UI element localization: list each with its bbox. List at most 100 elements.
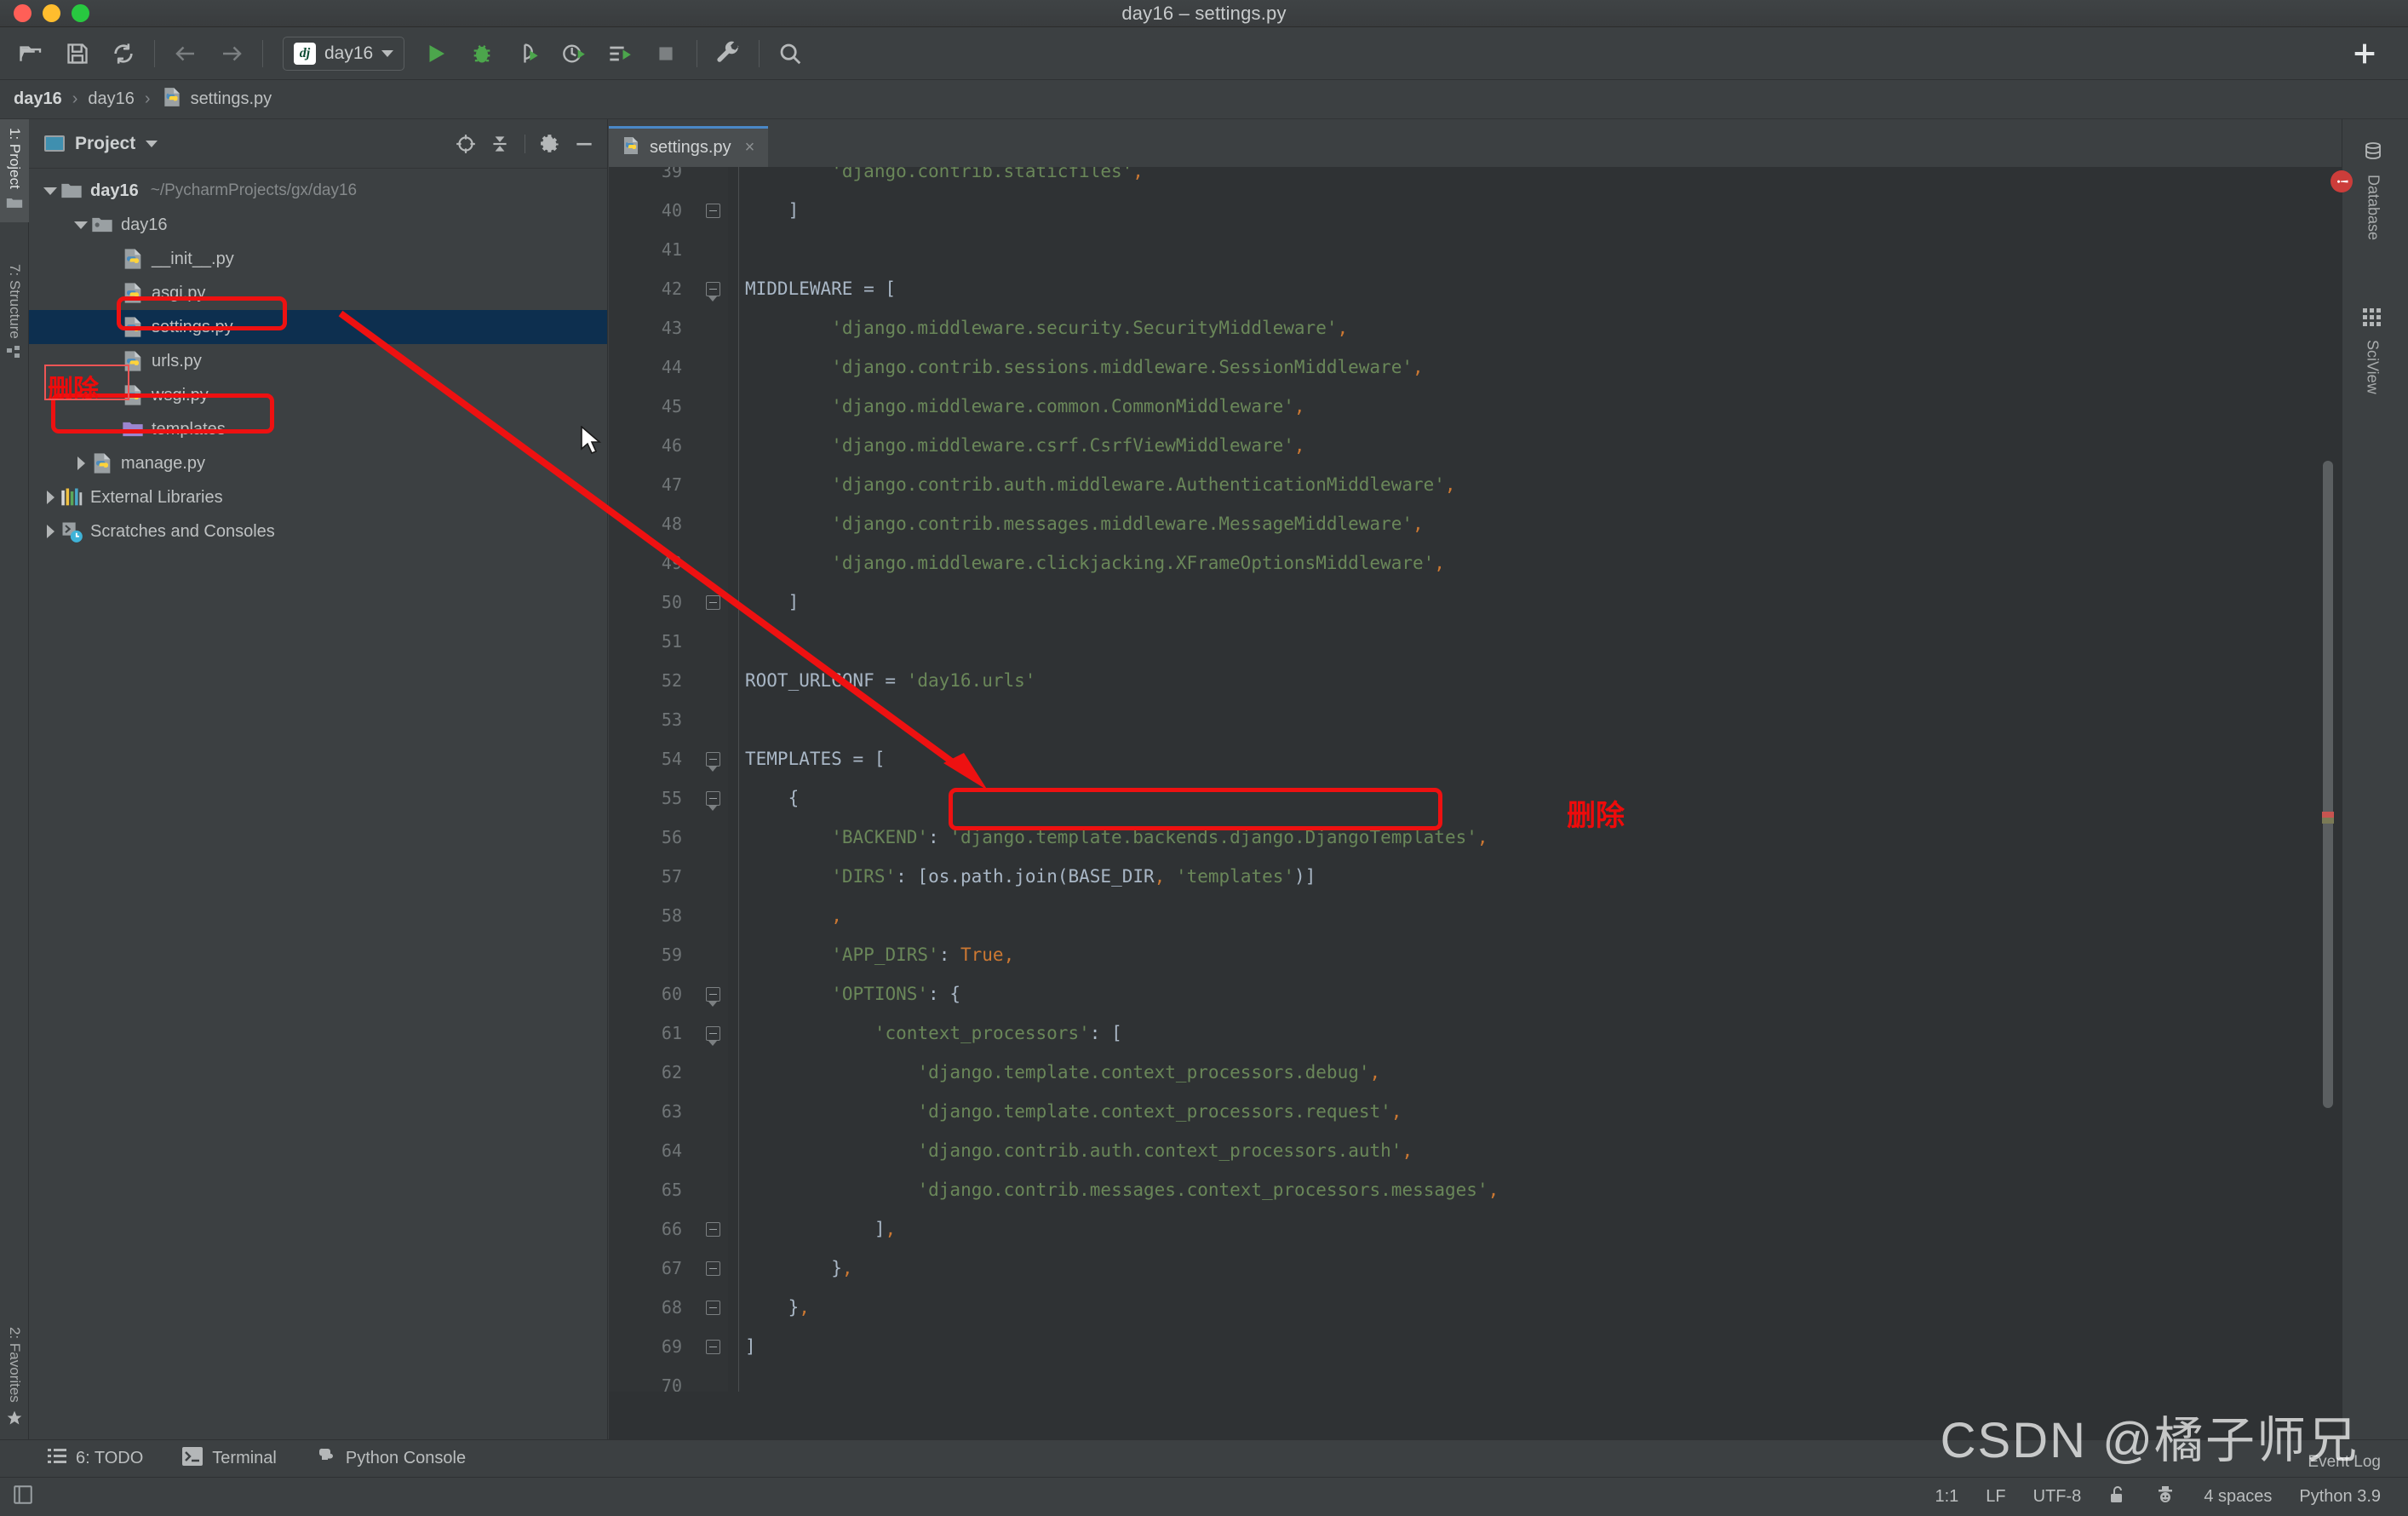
tree-item-templates[interactable]: templates — [29, 412, 607, 446]
close-icon[interactable]: × — [745, 138, 755, 158]
code-line[interactable]: 40 ] — [609, 191, 2342, 230]
open-folder-icon[interactable] — [13, 35, 50, 72]
save-icon[interactable] — [59, 35, 96, 72]
code-line[interactable]: 66 ], — [609, 1209, 2342, 1249]
tree-item-asgi-py[interactable]: asgi.py — [29, 276, 607, 310]
fold-start-icon[interactable] — [697, 790, 728, 806]
forward-arrow-icon[interactable] — [213, 35, 250, 72]
project-panel-title-group[interactable]: Project — [44, 134, 158, 154]
fold-start-icon[interactable] — [697, 986, 728, 1002]
warning-stripe-mark[interactable] — [2322, 818, 2334, 824]
code-line[interactable]: 51 — [609, 622, 2342, 661]
tree-item-day16[interactable]: day16 — [29, 208, 607, 242]
hector-icon[interactable] — [2154, 1484, 2176, 1510]
code-line[interactable]: 65 'django.contrib.messages.context_proc… — [609, 1170, 2342, 1209]
code-line[interactable]: 67 }, — [609, 1249, 2342, 1288]
chevron-down-icon[interactable] — [41, 187, 60, 195]
code-line[interactable]: 69] — [609, 1327, 2342, 1366]
debug-icon[interactable] — [463, 35, 501, 72]
breadcrumb-item-1[interactable]: day16 — [88, 89, 135, 109]
code-line[interactable]: 47 'django.contrib.auth.middleware.Authe… — [609, 465, 2342, 504]
error-stripe-mark[interactable] — [2322, 812, 2334, 818]
search-icon[interactable] — [771, 35, 809, 72]
scrollbar-thumb[interactable] — [2323, 461, 2333, 1108]
fold-start-icon[interactable] — [697, 281, 728, 296]
code-line[interactable]: 70 — [609, 1366, 2342, 1392]
tree-item-wsgi-py[interactable]: wsgi.py — [29, 378, 607, 412]
code-line[interactable]: 43 'django.middleware.security.SecurityM… — [609, 308, 2342, 347]
run-with-console-icon[interactable] — [601, 35, 639, 72]
sync-icon[interactable] — [105, 35, 142, 72]
sidebar-tab-structure[interactable]: 7: Structure — [0, 256, 29, 372]
code-line[interactable]: 53 — [609, 700, 2342, 739]
caret-position[interactable]: 1:1 — [1935, 1487, 1958, 1507]
code-line[interactable]: 64 'django.contrib.auth.context_processo… — [609, 1131, 2342, 1170]
code-line[interactable]: 49 'django.middleware.clickjacking.XFram… — [609, 543, 2342, 583]
code-line[interactable]: 50 ] — [609, 583, 2342, 622]
tree-item-manage-py[interactable]: manage.py — [29, 446, 607, 480]
layout-toggle-icon[interactable] — [12, 1484, 34, 1510]
code-line[interactable]: 62 'django.template.context_processors.d… — [609, 1053, 2342, 1092]
run-coverage-icon[interactable] — [509, 35, 547, 72]
code-line[interactable]: 59 'APP_DIRS': True, — [609, 935, 2342, 974]
tree-item-urls-py[interactable]: urls.py — [29, 344, 607, 378]
locate-icon[interactable] — [451, 129, 480, 158]
sidebar-tab-sciview[interactable]: SciView — [2363, 298, 2382, 405]
fold-end-icon[interactable] — [697, 1339, 728, 1354]
chevron-right-icon[interactable] — [72, 457, 90, 470]
tree-item--init-py[interactable]: __init__.py — [29, 242, 607, 276]
code-line[interactable]: 42 MIDDLEWARE = [ — [609, 269, 2342, 308]
indent-setting[interactable]: 4 spaces — [2204, 1487, 2272, 1507]
profile-icon[interactable] — [555, 35, 593, 72]
chevron-down-icon[interactable] — [72, 221, 90, 229]
fold-end-icon[interactable] — [697, 1300, 728, 1315]
collapse-all-icon[interactable] — [485, 129, 514, 158]
code-line[interactable]: 58 , — [609, 896, 2342, 935]
code-line[interactable]: 60 'OPTIONS': { — [609, 974, 2342, 1014]
bottom-tab-terminal[interactable]: Terminal — [182, 1446, 277, 1471]
sidebar-tab-project[interactable]: 1: Project — [0, 119, 29, 222]
unlocked-icon[interactable] — [2108, 1484, 2127, 1510]
sidebar-tab-database[interactable]: Database ! — [2331, 131, 2383, 250]
fold-end-icon[interactable] — [697, 1260, 728, 1276]
code-editor[interactable]: 39 'django.contrib.staticfiles', 40 ] 41 42… — [609, 167, 2342, 1392]
tree-item-settings-py[interactable]: settings.py — [29, 310, 607, 344]
breadcrumb-item-2[interactable]: settings.py — [161, 86, 272, 113]
code-line[interactable]: 55 { — [609, 778, 2342, 818]
tree-item-scratches-and-consoles[interactable]: Scratches and Consoles — [29, 514, 607, 548]
breadcrumb-item-0[interactable]: day16 — [14, 89, 62, 109]
bottom-tab-python-console[interactable]: Python Console — [316, 1446, 466, 1472]
fold-end-icon[interactable] — [697, 203, 728, 218]
python-interpreter[interactable]: Python 3.9 — [2299, 1487, 2381, 1507]
code-line[interactable]: 52 ROOT_URLCONF = 'day16.urls' — [609, 661, 2342, 700]
code-line[interactable]: 39 'django.contrib.staticfiles', — [609, 167, 2342, 191]
chevron-down-icon[interactable] — [146, 140, 158, 147]
sidebar-tab-favorites[interactable]: 2: Favorites — [0, 1318, 29, 1439]
back-arrow-icon[interactable] — [167, 35, 204, 72]
tree-item-external-libraries[interactable]: External Libraries — [29, 480, 607, 514]
fold-start-icon[interactable] — [697, 1025, 728, 1041]
hide-icon[interactable] — [570, 129, 599, 158]
code-line[interactable]: 45 'django.middleware.common.CommonMiddl… — [609, 387, 2342, 426]
editor-scrollbar[interactable] — [2321, 167, 2335, 1392]
editor-tab-settings-py[interactable]: settings.py × — [609, 126, 769, 167]
run-icon[interactable] — [417, 35, 455, 72]
code-line[interactable]: 46 'django.middleware.csrf.CsrfViewMiddl… — [609, 426, 2342, 465]
tree-item-day16[interactable]: day16 ~/PycharmProjects/gx/day16 — [29, 174, 607, 208]
gear-icon[interactable] — [536, 129, 565, 158]
code-line[interactable]: 61 'context_processors': [ — [609, 1014, 2342, 1053]
fold-start-icon[interactable] — [697, 751, 728, 767]
code-line[interactable]: 48 'django.contrib.messages.middleware.M… — [609, 504, 2342, 543]
file-encoding[interactable]: UTF-8 — [2033, 1487, 2082, 1507]
run-configuration-selector[interactable]: dj day16 — [283, 36, 405, 71]
code-line[interactable]: 68 }, — [609, 1288, 2342, 1327]
code-line[interactable]: 56 'BACKEND': 'django.template.backends.… — [609, 818, 2342, 857]
code-line[interactable]: 44 'django.contrib.sessions.middleware.S… — [609, 347, 2342, 387]
chevron-right-icon[interactable] — [41, 491, 60, 504]
code-line[interactable]: 41 — [609, 230, 2342, 269]
code-line[interactable]: 63 'django.template.context_processors.r… — [609, 1092, 2342, 1131]
wrench-icon[interactable] — [709, 35, 747, 72]
code-line[interactable]: 54 TEMPLATES = [ — [609, 739, 2342, 778]
fold-end-icon[interactable] — [697, 594, 728, 610]
line-separator[interactable]: LF — [1986, 1487, 2005, 1507]
